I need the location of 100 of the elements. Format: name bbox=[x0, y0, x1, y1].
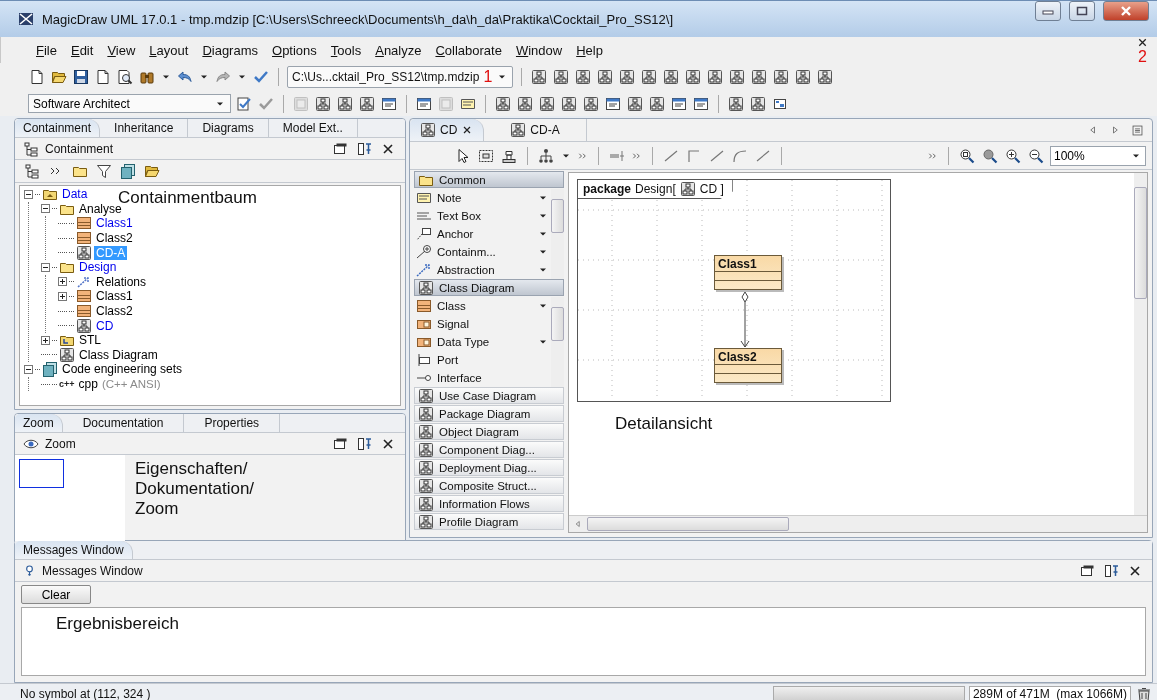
toolbar-button[interactable] bbox=[749, 94, 767, 113]
zoom-dropdown[interactable]: 100% bbox=[1050, 145, 1146, 166]
diagram-button[interactable] bbox=[640, 68, 659, 86]
maximize-button[interactable] bbox=[1069, 1, 1095, 21]
toolbar-button[interactable] bbox=[582, 94, 600, 113]
project-dropdown[interactable]: C:\Us...cktail_Pro_SS12\tmp.mdzip 1 bbox=[287, 66, 514, 88]
page-button[interactable] bbox=[94, 68, 112, 86]
menu-item[interactable]: Help bbox=[571, 40, 608, 60]
clear-button[interactable]: Clear bbox=[21, 585, 91, 604]
tree-item[interactable]: Class2 bbox=[94, 304, 135, 319]
save-button[interactable] bbox=[72, 68, 90, 86]
diagram-button[interactable] bbox=[794, 68, 813, 86]
menu-item[interactable]: View bbox=[102, 40, 141, 60]
menu-item[interactable]: Edit bbox=[65, 40, 99, 60]
palette-item[interactable]: Port bbox=[414, 351, 551, 369]
diagram-button[interactable] bbox=[618, 68, 637, 86]
diagram-button[interactable] bbox=[530, 68, 549, 86]
palette-group[interactable]: Common bbox=[414, 171, 564, 188]
palette-group[interactable]: Use Case Diagram bbox=[414, 387, 564, 404]
zoom-viewport[interactable] bbox=[19, 459, 64, 488]
toolbar-button[interactable] bbox=[727, 94, 745, 113]
class-node[interactable]: Class2 bbox=[714, 348, 782, 383]
diagram-button[interactable] bbox=[706, 68, 725, 86]
scrollbar[interactable] bbox=[569, 515, 1147, 532]
collapse-icon[interactable] bbox=[41, 262, 50, 272]
diagram-button[interactable] bbox=[772, 68, 791, 86]
collapse-icon[interactable] bbox=[24, 364, 33, 374]
zoom-fit-button[interactable] bbox=[958, 146, 976, 165]
diagram-button[interactable] bbox=[684, 68, 703, 86]
collapse-icon[interactable] bbox=[41, 204, 50, 214]
tree-item[interactable]: Class2 bbox=[94, 231, 135, 246]
tree-item[interactable]: Data bbox=[60, 187, 90, 202]
toolbar-button[interactable] bbox=[648, 94, 666, 113]
palette-group[interactable]: Composite Struct... bbox=[414, 477, 564, 494]
filter-button[interactable] bbox=[95, 162, 113, 180]
expand-icon[interactable] bbox=[41, 335, 50, 345]
toolbar-button[interactable] bbox=[516, 94, 534, 113]
palette-group[interactable]: Class Diagram bbox=[414, 279, 564, 296]
zoom-button[interactable] bbox=[981, 146, 999, 165]
diagram-button[interactable] bbox=[662, 68, 681, 86]
menu-item[interactable]: Diagrams bbox=[197, 40, 263, 60]
close-window-button[interactable] bbox=[1103, 1, 1149, 21]
tree-item[interactable]: Class Diagram bbox=[77, 347, 160, 362]
panel-tab[interactable]: Containment bbox=[15, 119, 101, 137]
menu-item[interactable]: Tools bbox=[325, 40, 367, 60]
palette-item[interactable]: Data Type bbox=[414, 333, 551, 351]
palette-group[interactable]: Deployment Diag... bbox=[414, 459, 564, 476]
panel-tab[interactable]: Inheritance bbox=[100, 119, 189, 137]
expand-icon[interactable] bbox=[58, 277, 67, 287]
tree-item[interactable]: Class1 bbox=[94, 289, 135, 304]
tree-item[interactable]: Design bbox=[77, 260, 119, 275]
tree-item[interactable]: Code engineering sets bbox=[60, 362, 185, 377]
garbage-collect-button[interactable] bbox=[1135, 685, 1153, 700]
page-button[interactable] bbox=[28, 68, 46, 86]
palette-group[interactable]: Object Diagram bbox=[414, 423, 564, 440]
panel-tab[interactable]: Documentation bbox=[62, 414, 185, 432]
menu-item[interactable]: Layout bbox=[144, 40, 194, 60]
tree-button[interactable] bbox=[23, 162, 41, 180]
tree-item[interactable]: cpp bbox=[76, 377, 100, 391]
diagram-button[interactable] bbox=[750, 68, 769, 86]
palette-item[interactable]: Class bbox=[414, 297, 551, 315]
toolbar-button[interactable] bbox=[358, 94, 376, 113]
layout-button[interactable] bbox=[537, 146, 555, 165]
palette-item[interactable]: Text Box bbox=[414, 207, 551, 225]
diagram-tab[interactable]: CD bbox=[410, 119, 485, 141]
toolbar-button[interactable] bbox=[494, 94, 512, 113]
scrollbar[interactable] bbox=[1134, 173, 1147, 515]
tree-item[interactable]: Relations bbox=[94, 274, 149, 289]
diagram-button[interactable] bbox=[596, 68, 615, 86]
palette-group[interactable]: Component Diag... bbox=[414, 441, 564, 458]
list-icon[interactable] bbox=[1131, 123, 1144, 137]
perspective-dropdown[interactable]: Software Architect bbox=[28, 94, 231, 113]
diagram-button[interactable] bbox=[728, 68, 747, 86]
panel-tab[interactable]: Diagrams bbox=[188, 119, 269, 137]
palette-item[interactable]: Containm... bbox=[414, 243, 551, 261]
menu-item[interactable]: Options bbox=[267, 40, 322, 60]
toolbar-button[interactable] bbox=[626, 94, 644, 113]
print-preview-button[interactable] bbox=[116, 68, 134, 86]
toolbar-button[interactable] bbox=[235, 94, 253, 113]
tree-item[interactable]: Class1 bbox=[94, 216, 135, 231]
diagram-button[interactable] bbox=[574, 68, 593, 86]
scrollbar[interactable] bbox=[551, 189, 564, 279]
panel-tab[interactable]: Model Ext.. bbox=[268, 119, 358, 137]
panel-tab[interactable]: Properties bbox=[184, 414, 281, 432]
minimize-button[interactable] bbox=[1035, 1, 1061, 21]
menu-item[interactable]: Window bbox=[510, 40, 568, 60]
zoom-out-button[interactable] bbox=[1027, 146, 1045, 165]
toolbar-button[interactable] bbox=[538, 94, 556, 113]
toolbar-button[interactable] bbox=[560, 94, 578, 113]
palette-item[interactable]: Abstraction bbox=[414, 261, 551, 279]
diagram-button[interactable] bbox=[552, 68, 571, 86]
stacked-files-button[interactable] bbox=[119, 162, 137, 180]
menu-item[interactable]: Collaborate bbox=[430, 40, 507, 60]
scrollbar[interactable] bbox=[551, 297, 564, 387]
panel-tab[interactable]: Zoom bbox=[15, 414, 63, 432]
tree-item[interactable]: CD bbox=[94, 318, 116, 333]
aggregation-connector[interactable] bbox=[739, 291, 751, 349]
palette-group[interactable]: Package Diagram bbox=[414, 405, 564, 422]
collapse-icon[interactable] bbox=[24, 189, 33, 199]
expand-icon[interactable] bbox=[58, 291, 67, 301]
